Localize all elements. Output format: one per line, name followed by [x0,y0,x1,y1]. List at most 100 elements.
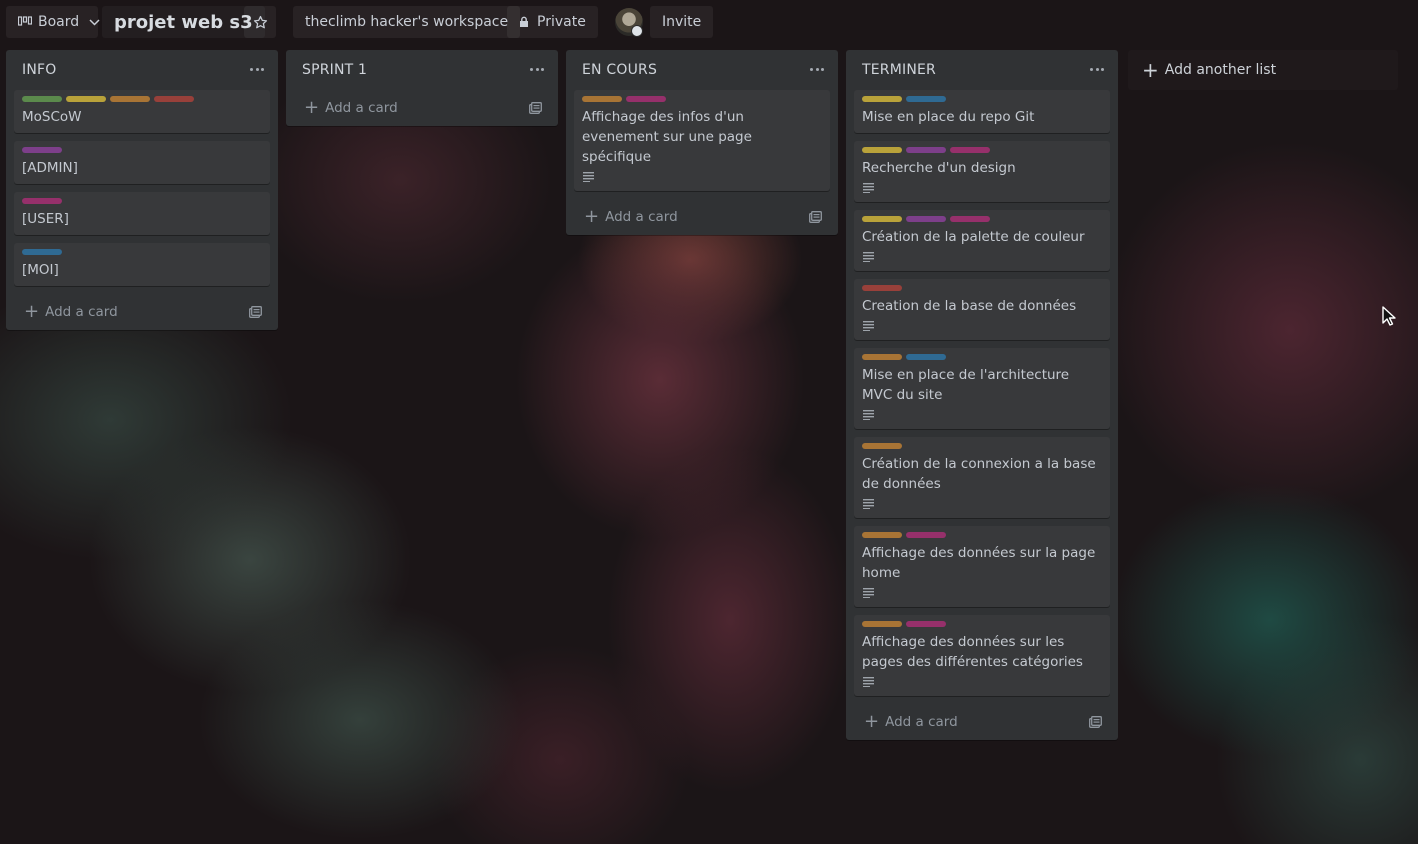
card-list: Mise en place du repo Git Recherche d'un … [846,90,1118,696]
label-orange[interactable] [582,96,622,102]
card-labels [22,96,262,102]
add-list-button[interactable]: + Add another list [1128,50,1398,90]
label-orange[interactable] [862,354,902,360]
plus-icon: + [1142,58,1159,82]
list-title[interactable]: EN COURS [582,62,657,78]
card-title: Mise en place de l'architecture MVC du s… [862,367,1070,403]
label-purple[interactable] [906,147,946,153]
card-template-icon[interactable] [529,102,542,118]
label-blue[interactable] [906,354,946,360]
label-yellow[interactable] [862,96,902,102]
card[interactable]: Mise en place du repo Git [854,90,1110,133]
label-blue[interactable] [906,96,946,102]
card-template-icon[interactable] [1089,716,1102,732]
card-list: MoSCoW [ADMIN] [USER] [MOI] [6,90,278,286]
more-options-icon[interactable] [250,62,264,76]
workspace-button[interactable]: theclimb hacker's workspace [293,6,521,38]
card[interactable]: Création de la palette de couleur [854,210,1110,271]
plus-icon: + [24,301,40,322]
add-card-button[interactable]: + Add a card [566,199,838,235]
add-card-label: Add a card [325,100,398,116]
list-header[interactable]: INFO [6,50,278,90]
add-list-label: Add another list [1164,62,1277,78]
list-header[interactable]: TERMINER [846,50,1118,90]
add-card-label: Add a card [45,304,118,320]
add-card-button[interactable]: + Add a card [6,294,278,330]
card-labels [862,147,1102,153]
label-orange[interactable] [862,532,902,538]
visibility-label: Private [537,14,586,30]
card-title: Creation de la base de données [862,298,1077,314]
card[interactable]: Creation de la base de données [854,279,1110,340]
list-header[interactable]: EN COURS [566,50,838,90]
board-view-label: Board [38,14,80,30]
label-yellow[interactable] [862,216,902,222]
lock-icon [519,16,529,28]
label-purple[interactable] [906,216,946,222]
chevron-down-icon [89,18,100,26]
label-blue[interactable] [22,249,62,255]
card[interactable]: Recherche d'un design [854,141,1110,202]
card[interactable]: Création de la connexion a la base de do… [854,437,1110,518]
more-options-icon[interactable] [810,62,824,76]
card[interactable]: Affichage des données sur la page home [854,526,1110,607]
label-pink[interactable] [950,147,990,153]
star-button[interactable] [244,6,276,38]
card-title: Mise en place du repo Git [862,109,1035,125]
card-title: Création de la connexion a la base de do… [862,456,1096,492]
list-terminer: TERMINER Mise en place du repo Git Recherc… [846,50,1118,740]
board-title[interactable]: projet web s3 [102,6,265,38]
add-card-label: Add a card [885,714,958,730]
label-pink[interactable] [950,216,990,222]
add-card-button[interactable]: + Add a card [846,704,1118,740]
label-pink[interactable] [906,621,946,627]
description-icon [862,409,1102,423]
card-title: [MOI] [22,262,59,278]
label-orange[interactable] [862,443,902,449]
description-icon [862,587,1102,601]
add-card-button[interactable]: + Add a card [286,90,558,126]
card-title: MoSCoW [22,109,82,125]
label-pink[interactable] [626,96,666,102]
invite-button[interactable]: Invite [650,6,714,38]
card[interactable]: Mise en place de l'architecture MVC du s… [854,348,1110,429]
board-header: Board projet web s3 theclimb hacker's wo… [0,0,1418,46]
label-purple[interactable] [22,147,62,153]
more-options-icon[interactable] [1090,62,1104,76]
description-icon [862,498,1102,512]
description-icon [862,320,1102,334]
label-pink[interactable] [906,532,946,538]
card[interactable]: [USER] [14,192,270,235]
label-yellow[interactable] [66,96,106,102]
label-red[interactable] [862,285,902,291]
visibility-button[interactable]: Private [507,6,598,38]
card-title: Recherche d'un design [862,160,1016,176]
list-title[interactable]: TERMINER [862,62,936,78]
description-icon [582,171,822,185]
list-header[interactable]: SPRINT 1 [286,50,558,90]
description-icon [862,251,1102,265]
label-pink[interactable] [22,198,62,204]
list-title[interactable]: SPRINT 1 [302,62,367,78]
card-template-icon[interactable] [809,211,822,227]
more-options-icon[interactable] [530,62,544,76]
label-orange[interactable] [862,621,902,627]
card-labels [862,354,1102,360]
label-green[interactable] [22,96,62,102]
description-icon [862,676,1102,690]
card-title: Affichage des infos d'un evenement sur u… [582,109,752,165]
card[interactable]: Affichage des infos d'un evenement sur u… [574,90,830,191]
label-orange[interactable] [110,96,150,102]
card-template-icon[interactable] [249,306,262,322]
label-red[interactable] [154,96,194,102]
plus-icon: + [864,711,880,732]
card[interactable]: [MOI] [14,243,270,286]
label-yellow[interactable] [862,147,902,153]
card[interactable]: MoSCoW [14,90,270,133]
card[interactable]: [ADMIN] [14,141,270,184]
card[interactable]: Affichage des données sur les pages des … [854,615,1110,696]
board-view-switcher[interactable]: Board [6,6,100,38]
card-title: Création de la palette de couleur [862,229,1085,245]
list-title[interactable]: INFO [22,62,56,78]
card-labels [862,96,1102,102]
